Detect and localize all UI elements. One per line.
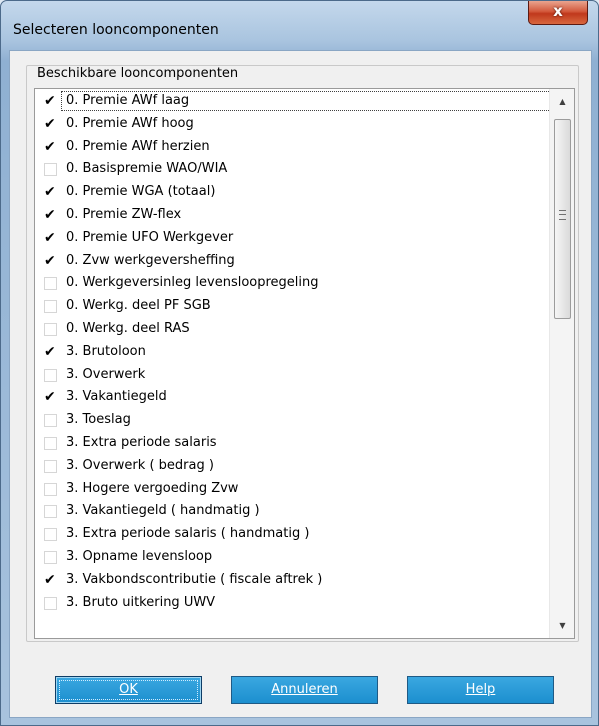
list-item-label: 0. Premie AWf herzien (66, 138, 210, 154)
ok-button-label: OK (119, 682, 138, 697)
checkmark-icon: ✔ (44, 343, 56, 360)
item-checkbox[interactable]: ✔ (44, 207, 57, 223)
checkmark-icon: ✔ (44, 93, 56, 109)
help-button-label: Help (465, 682, 496, 697)
list-item[interactable]: 3. Extra periode salaris (35, 432, 551, 454)
list-item[interactable]: ✔ 3. Brutoloon (35, 341, 551, 363)
checkmark-icon: ✔ (44, 229, 56, 246)
item-checkbox[interactable] (44, 300, 57, 314)
scroll-up-icon[interactable]: ▲ (554, 93, 571, 110)
list-item[interactable]: ✔ 3. Vakantiegeld (35, 386, 551, 408)
scrollbar-thumb[interactable] (554, 119, 571, 319)
groupbox-label: Beschikbare looncomponenten (35, 66, 241, 81)
list-item-label: 0. Premie AWf hoog (66, 115, 194, 131)
list-item[interactable]: ✔ 3. Vakbondscontributie ( fiscale aftrek… (35, 569, 551, 591)
close-button[interactable]: x (528, 1, 588, 25)
list-item-label: 3. Opname levensloop (66, 549, 213, 564)
list-item[interactable]: 3. Bruto uitkering UWV (35, 592, 551, 614)
cancel-button-label: Annuleren (271, 682, 338, 697)
item-checkbox[interactable] (44, 368, 57, 382)
item-checkbox[interactable]: ✔ (44, 229, 57, 246)
list-item-label: 0. Premie AWf laag (66, 93, 190, 108)
list-item[interactable]: ✔ 0. Zvw werkgeversheffing (35, 250, 551, 272)
list-item-label: 0. Premie UFO Werkgever (66, 229, 234, 245)
list-item[interactable]: 3. Opname levensloop (35, 546, 551, 568)
list-item[interactable]: 3. Hogere vergoeding Zvw (35, 478, 551, 500)
list-item-label: 0. Premie ZW-flex (66, 207, 182, 222)
list-item-label: 0. Zvw werkgeversheffing (66, 252, 235, 268)
components-listbox[interactable]: ✔ 0. Premie AWf laag ✔ 0. Premie AWf hoog ✔ 0… (34, 88, 575, 639)
list-item[interactable]: 0. Werkgeversinleg levensloopregeling (35, 272, 551, 294)
list-item-label: 0. Werkg. deel PF SGB (66, 298, 211, 314)
list-item[interactable]: 0. Werkg. deel PF SGB (35, 295, 551, 317)
list-item-label: 3. Bruto uitkering UWV (66, 594, 216, 610)
list-item-label: 0. Werkgeversinleg levensloopregeling (66, 275, 319, 291)
list-item[interactable]: ✔ 0. Premie AWf hoog (35, 113, 551, 135)
list-item-label: 3. Extra periode salaris ( handmatig ) (66, 526, 310, 542)
checkmark-icon: ✔ (44, 207, 56, 223)
item-checkbox[interactable]: ✔ (44, 252, 57, 269)
list-item[interactable]: 3. Toeslag (35, 409, 551, 431)
item-checkbox[interactable] (44, 596, 57, 610)
item-checkbox[interactable]: ✔ (44, 389, 57, 406)
item-checkbox[interactable] (44, 437, 57, 450)
list-item-label: 0. Basispremie WAO/WIA (66, 161, 228, 177)
item-checkbox[interactable] (44, 551, 57, 564)
checkmark-icon: ✔ (44, 115, 56, 132)
list-item-label: 3. Overwerk ( bedrag ) (66, 457, 214, 473)
item-checkbox[interactable]: ✔ (44, 115, 57, 132)
item-checkbox[interactable] (44, 505, 57, 519)
list-item-label: 3. Hogere vergoeding Zvw (66, 480, 239, 496)
item-checkbox[interactable]: ✔ (44, 571, 57, 588)
grip-icon (559, 210, 566, 220)
list-item[interactable]: ✔ 0. Premie AWf herzien (35, 136, 551, 158)
item-checkbox[interactable] (44, 414, 57, 428)
item-checkbox[interactable] (44, 277, 57, 291)
cancel-button[interactable]: Annuleren (231, 676, 378, 704)
list-item-label: 3. Vakbondscontributie ( fiscale aftrek … (66, 571, 323, 587)
list-item[interactable]: 3. Overwerk ( bedrag ) (35, 455, 551, 477)
list-item[interactable]: 3. Extra periode salaris ( handmatig ) (35, 523, 551, 545)
help-button[interactable]: Help (407, 676, 554, 704)
list-item-label: 3. Extra periode salaris (66, 435, 217, 450)
list-item[interactable]: 3. Vakantiegeld ( handmatig ) (35, 500, 551, 522)
checkmark-icon: ✔ (44, 252, 56, 269)
window-title: Selecteren looncomponenten (13, 22, 219, 38)
item-checkbox[interactable]: ✔ (44, 184, 57, 201)
ok-button[interactable]: OK (55, 676, 202, 704)
list-item[interactable]: ✔ 0. Premie AWf laag (35, 90, 574, 112)
checkmark-icon: ✔ (44, 389, 56, 406)
item-checkbox[interactable] (44, 528, 57, 542)
checkmark-icon: ✔ (44, 184, 56, 201)
list-item-label: 3. Overwerk (66, 366, 146, 382)
item-checkbox[interactable] (44, 163, 57, 177)
checkmark-icon: ✔ (44, 138, 56, 155)
item-checkbox[interactable] (44, 482, 57, 496)
list-item-label: 3. Toeslag (66, 412, 131, 428)
item-checkbox[interactable]: ✔ (44, 138, 57, 155)
list-item[interactable]: ✔ 0. Premie ZW-flex (35, 204, 551, 226)
list-item-label: 3. Vakantiegeld (66, 389, 167, 405)
item-checkbox[interactable]: ✔ (44, 343, 57, 360)
item-checkbox[interactable] (44, 459, 57, 473)
list-item[interactable]: 3. Overwerk (35, 364, 551, 386)
close-icon: x (553, 2, 563, 20)
list-item[interactable]: ✔ 0. Premie UFO Werkgever (35, 227, 551, 249)
list-item[interactable]: 0. Werkg. deel RAS (35, 318, 551, 340)
scroll-down-icon[interactable]: ▼ (554, 617, 571, 634)
list-item-label: 3. Brutoloon (66, 343, 146, 359)
list-item-label: 0. Premie WGA (totaal) (66, 184, 216, 200)
checkmark-icon: ✔ (44, 571, 56, 588)
list-item[interactable]: ✔ 0. Premie WGA (totaal) (35, 181, 551, 203)
list-item-label: 3. Vakantiegeld ( handmatig ) (66, 503, 260, 519)
item-checkbox[interactable] (44, 323, 57, 336)
list-item-label: 0. Werkg. deel RAS (66, 321, 190, 336)
list-item[interactable]: 0. Basispremie WAO/WIA (35, 158, 551, 180)
vertical-scrollbar[interactable]: ▲ ▼ (549, 89, 574, 638)
item-checkbox[interactable]: ✔ (44, 93, 57, 109)
